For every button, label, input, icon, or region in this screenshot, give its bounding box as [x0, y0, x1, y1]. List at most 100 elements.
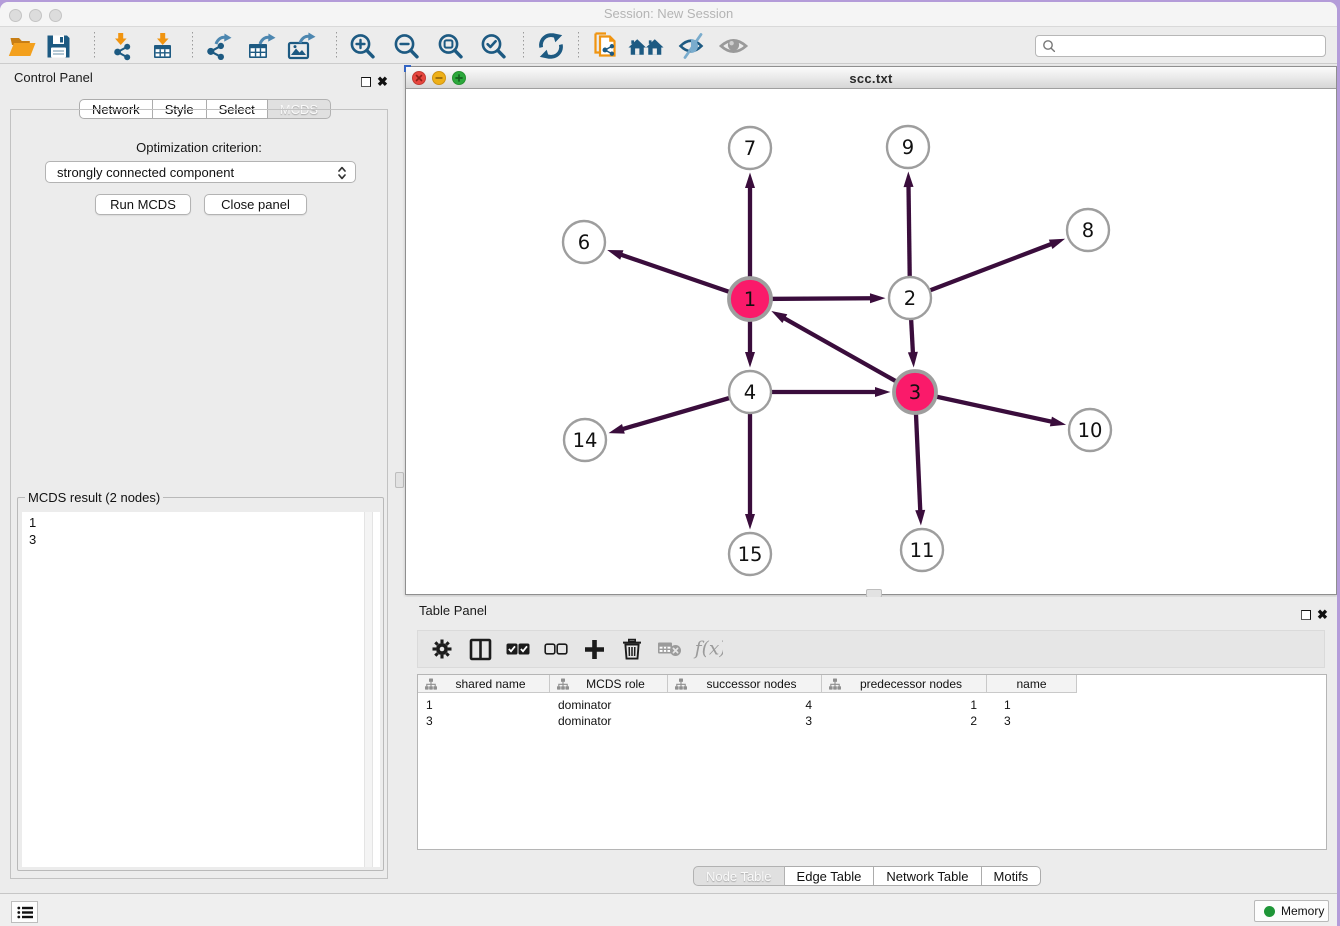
network-view-window: scc.txt 1 2 3 4 6 7 8 9 10 11 14 15: [405, 66, 1337, 595]
overview-icon[interactable]: [628, 30, 664, 62]
network-window-titlebar[interactable]: scc.txt: [406, 67, 1336, 89]
column-header-MCDS-role[interactable]: MCDS role: [550, 675, 668, 693]
vertical-splitter-handle[interactable]: [395, 472, 404, 488]
edge-arrowhead-3-10: [1050, 417, 1066, 427]
zoom-selected-icon[interactable]: [475, 30, 511, 62]
table-cell[interactable]: 3: [418, 713, 550, 729]
graph-node-11[interactable]: 11: [901, 529, 943, 571]
graph-node-4[interactable]: 4: [729, 371, 771, 413]
zoom-in-icon[interactable]: [344, 30, 380, 62]
settings-gear-icon[interactable]: [427, 634, 457, 664]
graph-node-9[interactable]: 9: [887, 126, 929, 168]
column-header-label: shared name: [418, 677, 549, 691]
table-cell[interactable]: 2: [822, 713, 987, 729]
table-row-3[interactable]: 3dominator323: [418, 713, 1077, 729]
graph-node-3[interactable]: 3: [894, 371, 936, 413]
tab-edge-table[interactable]: Edge Table: [785, 866, 875, 886]
column-header-successor-nodes[interactable]: successor nodes: [668, 675, 822, 693]
control-panel-title: Control Panel: [14, 70, 93, 85]
open-session-icon[interactable]: [4, 30, 40, 62]
table-cell[interactable]: 1: [822, 697, 987, 713]
node-label-4: 4: [744, 381, 756, 404]
graph-node-7[interactable]: 7: [729, 127, 771, 169]
graph-node-1[interactable]: 1: [729, 278, 771, 320]
edge-2-8[interactable]: [910, 244, 1053, 298]
table-cell[interactable]: dominator: [550, 697, 668, 713]
control-panel-header: Control Panel ✖: [0, 64, 393, 90]
edge-arrowhead-2-9: [904, 171, 914, 187]
table-panel-float-icon[interactable]: [1301, 610, 1311, 620]
edge-arrowhead-3-1: [771, 311, 787, 323]
mcds-result-list[interactable]: 13: [22, 512, 380, 867]
mcds-result-scrollbar[interactable]: [364, 512, 373, 867]
toolbar-separator: [578, 32, 579, 60]
export-table-icon[interactable]: [243, 30, 279, 62]
clone-network-icon[interactable]: [587, 30, 623, 62]
add-row-icon[interactable]: [579, 634, 609, 664]
deselect-all-icon[interactable]: [541, 634, 571, 664]
tab-node-table[interactable]: Node Table: [693, 866, 785, 886]
task-history-button[interactable]: [11, 901, 38, 923]
select-all-icon[interactable]: [503, 634, 533, 664]
memory-button[interactable]: Memory: [1254, 900, 1329, 922]
mcds-result-title: MCDS result (2 nodes): [25, 490, 163, 505]
search-input[interactable]: [1058, 37, 1325, 55]
export-image-icon[interactable]: [283, 30, 319, 62]
graph-node-15[interactable]: 15: [729, 533, 771, 575]
mcds-panel: Optimization criterion: strongly connect…: [10, 109, 388, 879]
table-toolbar: f(x): [417, 630, 1325, 668]
node-label-7: 7: [744, 137, 756, 160]
table-cell[interactable]: 4: [668, 697, 822, 713]
node-label-14: 14: [573, 429, 598, 452]
mcds-result-item: 1: [29, 514, 380, 531]
graph-node-14[interactable]: 14: [564, 419, 606, 461]
graph-node-6[interactable]: 6: [563, 221, 605, 263]
toolbar-separator: [336, 32, 337, 60]
close-panel-button[interactable]: Close panel: [204, 194, 307, 215]
hide-graphics-details-icon[interactable]: [675, 30, 711, 62]
column-header-name[interactable]: name: [987, 675, 1077, 693]
column-header-predecessor-nodes[interactable]: predecessor nodes: [822, 675, 987, 693]
node-label-6: 6: [578, 231, 590, 254]
node-label-2: 2: [904, 287, 916, 310]
graph-node-10[interactable]: 10: [1069, 409, 1111, 451]
control-panel-float-icon[interactable]: [361, 77, 371, 87]
show-graphics-details-icon[interactable]: [717, 30, 753, 62]
graph-node-8[interactable]: 8: [1067, 209, 1109, 251]
import-network-icon[interactable]: [103, 30, 139, 62]
application-window: Session: New Session: [0, 2, 1337, 926]
table-cell[interactable]: 3: [987, 713, 1077, 729]
graph-node-2[interactable]: 2: [889, 277, 931, 319]
table-cell[interactable]: 1: [987, 697, 1077, 713]
save-session-icon[interactable]: [40, 30, 76, 62]
edge-arrowhead-1-6: [607, 250, 623, 260]
zoom-out-icon[interactable]: [388, 30, 424, 62]
edge-arrowhead-4-3: [875, 387, 891, 397]
tab-network-table[interactable]: Network Table: [874, 866, 981, 886]
column-header-label: name: [987, 677, 1076, 691]
table-cell[interactable]: dominator: [550, 713, 668, 729]
delete-row-icon[interactable]: [617, 634, 647, 664]
tab-motifs[interactable]: Motifs: [982, 866, 1042, 886]
toggle-column-icon[interactable]: [465, 634, 495, 664]
network-canvas[interactable]: 1 2 3 4 6 7 8 9 10 11 14 15: [406, 89, 1336, 594]
apply-layout-icon[interactable]: [533, 30, 569, 62]
edge-arrowhead-1-2: [870, 293, 886, 303]
import-table-icon[interactable]: [145, 30, 181, 62]
column-header-shared-name[interactable]: shared name: [418, 675, 550, 693]
node-table-header: shared name MCDS role successor nodes pr…: [418, 675, 1077, 693]
criterion-dropdown[interactable]: strongly connected component: [45, 161, 356, 183]
table-cell[interactable]: 1: [418, 697, 550, 713]
node-label-8: 8: [1082, 219, 1094, 242]
table-cell[interactable]: 3: [668, 713, 822, 729]
zoom-fit-icon[interactable]: [432, 30, 468, 62]
table-panel: Table Panel ✖: [405, 597, 1337, 893]
table-row-1[interactable]: 1dominator411: [418, 697, 1077, 713]
table-panel-header: Table Panel ✖: [405, 597, 1337, 623]
run-mcds-button[interactable]: Run MCDS: [95, 194, 191, 215]
export-network-icon[interactable]: [200, 30, 236, 62]
control-panel-close-icon[interactable]: ✖: [377, 77, 388, 87]
window-title: Session: New Session: [0, 6, 1337, 21]
table-panel-close-icon[interactable]: ✖: [1317, 610, 1328, 620]
status-bar: Memory: [0, 893, 1337, 926]
